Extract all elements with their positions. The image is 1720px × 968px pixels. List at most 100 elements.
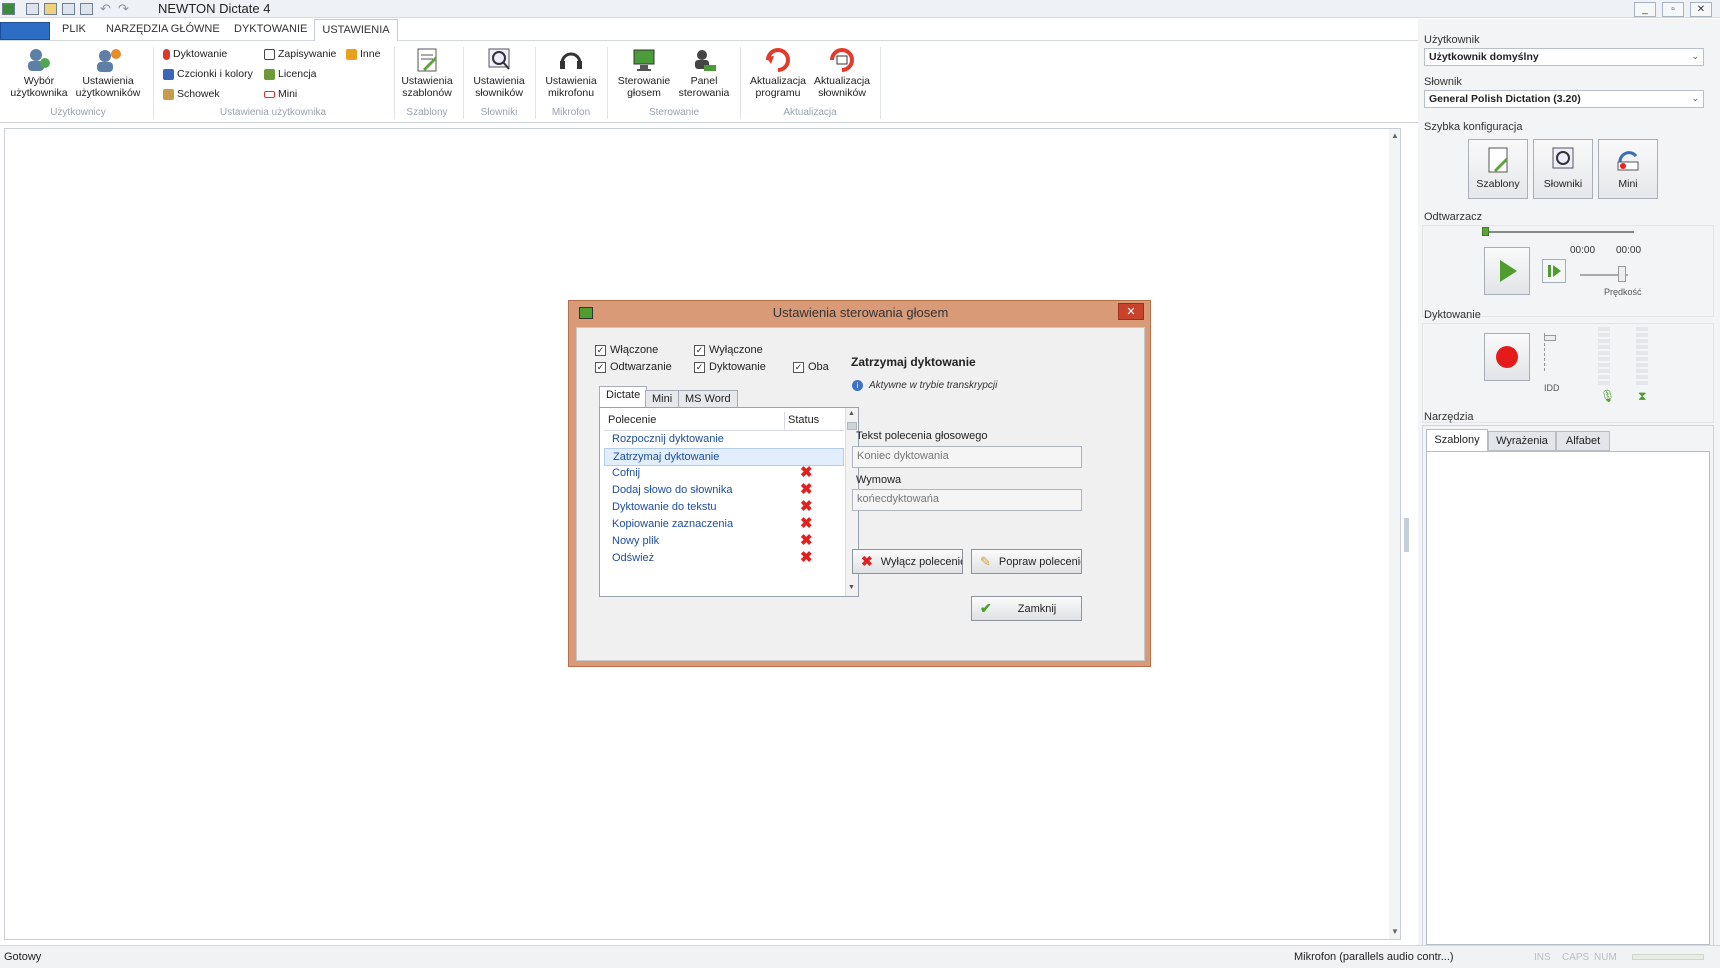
- speed-label: Prędkość: [1604, 287, 1642, 297]
- save-icon[interactable]: [62, 3, 75, 15]
- ribbon-separator: [535, 47, 536, 119]
- maximize-button[interactable]: ▫: [1662, 2, 1684, 17]
- dialog-close-button[interactable]: ✕: [1118, 303, 1144, 320]
- scroll-down-icon[interactable]: ▼: [1391, 927, 1399, 936]
- quick-config-label: Szybka konfiguracja: [1424, 121, 1523, 133]
- ribbon-separator: [607, 47, 608, 119]
- disabled-x-icon: ✖: [800, 481, 813, 498]
- redo-icon[interactable]: ↷: [118, 1, 129, 17]
- column-command[interactable]: Polecenie: [608, 414, 656, 426]
- checkbox-checked-icon: ✓: [694, 344, 705, 356]
- open-folder-icon[interactable]: [44, 3, 57, 15]
- tools-tab-expressions[interactable]: Wyrażenia: [1488, 431, 1556, 451]
- dictionary-settings-button[interactable]: Ustawienia słowników: [467, 47, 531, 99]
- user-settings-button[interactable]: Ustawienia użytkowników: [74, 47, 142, 99]
- tab-dyktowanie[interactable]: DYKTOWANIE: [234, 23, 307, 35]
- microphone-settings-button[interactable]: Ustawienia mikrofonu: [539, 47, 603, 99]
- pronunciation-field[interactable]: końecdyktowańa: [852, 489, 1082, 511]
- scroll-up-icon[interactable]: ▲: [848, 410, 855, 417]
- clipboard-item[interactable]: Schowek: [163, 88, 220, 100]
- close-button[interactable]: ✕: [1690, 2, 1712, 17]
- quick-dictionaries-button[interactable]: Słowniki: [1533, 139, 1593, 199]
- voice-control-icon: [630, 47, 658, 73]
- template-settings-button[interactable]: Ustawienia szablonów: [398, 47, 456, 99]
- headset-icon: [557, 47, 585, 73]
- command-list-header: Polecenie Status: [604, 412, 844, 431]
- column-status[interactable]: Status: [788, 414, 819, 426]
- license-item[interactable]: Licencja: [264, 68, 317, 80]
- microphone-icon: [163, 48, 170, 60]
- dictionary-update-button[interactable]: Aktualizacja słowników: [808, 47, 876, 99]
- scroll-down-icon[interactable]: ▼: [848, 584, 855, 591]
- user-combo[interactable]: Użytkownik domyślny ⌄: [1424, 48, 1704, 66]
- microphone-status: Mikrofon (parallels audio contr...): [1294, 951, 1454, 963]
- dictionary-combo[interactable]: General Polish Dictation (3.20) ⌄: [1424, 90, 1704, 108]
- checkbox-checked-icon: ✓: [793, 361, 804, 373]
- application-menu-button[interactable]: [0, 22, 50, 40]
- dictionary-icon: [485, 47, 513, 73]
- dictation-group: [1422, 323, 1714, 423]
- idd-slider-thumb[interactable]: [1544, 335, 1556, 341]
- group-label-microphone: Mikrofon: [551, 107, 591, 118]
- minimize-button[interactable]: _: [1634, 2, 1656, 17]
- step-forward-button[interactable]: [1542, 259, 1566, 283]
- print-icon[interactable]: [80, 3, 93, 15]
- disable-command-button[interactable]: ✖ Wyłącz polecenie: [852, 549, 963, 574]
- voice-text-field[interactable]: Koniec dyktowania: [852, 446, 1082, 468]
- voice-control-button[interactable]: Sterowanie głosem: [612, 47, 676, 99]
- tab-narzedzia-glowne[interactable]: NARZĘDZIA GŁÓWNE: [106, 23, 220, 35]
- mode-info-text: Aktywne w trybie transkrypcji: [869, 380, 998, 391]
- user-label: Użytkownik: [1424, 34, 1480, 46]
- player-group: [1422, 225, 1714, 317]
- checkbox-disabled[interactable]: ✓ Wyłączone: [694, 344, 763, 356]
- mini-icon: [1614, 146, 1642, 174]
- quick-templates-button[interactable]: Szablony: [1468, 139, 1528, 199]
- program-update-button[interactable]: Aktualizacja programu: [744, 47, 812, 99]
- close-dialog-button[interactable]: ✔ Zamknij: [971, 596, 1082, 621]
- checkbox-enabled[interactable]: ✓ Włączone: [595, 344, 658, 356]
- command-list[interactable]: Polecenie Status Rozpocznij dyktowanie Z…: [599, 407, 859, 597]
- tab-ustawienia[interactable]: USTAWIENIA: [314, 19, 398, 42]
- app-icon: [2, 3, 15, 15]
- panel-splitter[interactable]: [1404, 518, 1409, 552]
- control-panel-button[interactable]: Panel sterowania: [672, 47, 736, 99]
- editor-scrollbar[interactable]: ▲ ▼: [1389, 129, 1400, 939]
- checkbox-playback[interactable]: ✓ Odtwarzanie: [595, 361, 672, 373]
- dictionary-update-icon: [828, 47, 856, 73]
- player-progress-thumb[interactable]: [1482, 227, 1489, 236]
- player-progress-track[interactable]: [1484, 231, 1634, 233]
- tab-plik[interactable]: PLIK: [62, 23, 86, 35]
- checkbox-dictation[interactable]: ✓ Dyktowanie: [694, 361, 766, 373]
- scroll-up-icon[interactable]: ▲: [1391, 131, 1399, 140]
- fix-command-button[interactable]: ✎ Popraw polecenie: [971, 549, 1082, 574]
- undo-icon[interactable]: ↶: [100, 1, 111, 17]
- speed-slider-thumb[interactable]: [1618, 266, 1626, 282]
- checkbox-both[interactable]: ✓ Oba: [793, 361, 829, 373]
- group-label-updates: Aktualizacja: [783, 107, 837, 118]
- new-file-icon[interactable]: [26, 3, 39, 15]
- scroll-thumb[interactable]: [847, 422, 857, 430]
- mini-item[interactable]: Mini: [264, 88, 297, 100]
- template-icon: [1484, 146, 1512, 174]
- select-user-button[interactable]: Wybór użytkownika: [8, 47, 70, 99]
- title-bar: ↶ ↷ NEWTON Dictate 4 _ ▫ ✕: [0, 0, 1720, 18]
- dictation-settings-item[interactable]: Dyktowanie: [163, 48, 227, 60]
- tools-tab-alphabet[interactable]: Alfabet: [1556, 431, 1610, 451]
- pencil-icon: ✎: [980, 553, 991, 569]
- disabled-x-icon: ✖: [800, 464, 813, 481]
- record-button[interactable]: [1484, 333, 1530, 381]
- command-row[interactable]: Odśwież ✖: [604, 550, 844, 568]
- command-row[interactable]: Rozpocznij dyktowanie: [604, 431, 844, 449]
- play-button[interactable]: [1484, 247, 1530, 295]
- tools-tab-templates[interactable]: Szablony: [1426, 429, 1488, 451]
- dialog-tab-dictate[interactable]: Dictate: [599, 386, 648, 407]
- other-item[interactable]: Inne: [346, 48, 380, 60]
- quick-mini-button[interactable]: Mini: [1598, 139, 1658, 199]
- microphone-icon: 🎙: [1600, 389, 1616, 403]
- fonts-colors-item[interactable]: Czcionki i kolory: [163, 68, 253, 80]
- group-label-dictionaries: Słowniki: [480, 107, 518, 118]
- saving-item[interactable]: Zapisywanie: [264, 48, 336, 60]
- tools-content[interactable]: [1426, 451, 1710, 945]
- tools-label: Narzędzia: [1424, 411, 1474, 423]
- mini-icon: [264, 90, 275, 98]
